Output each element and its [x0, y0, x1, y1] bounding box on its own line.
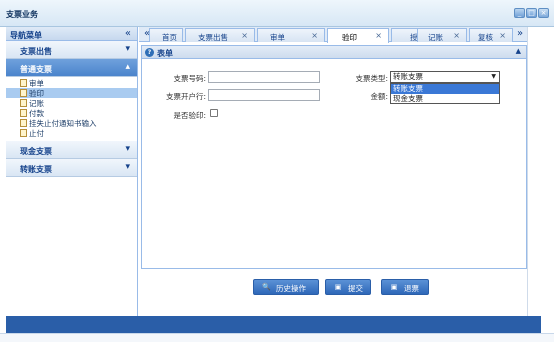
submit-button[interactable]: ▣ 提交 — [325, 279, 371, 295]
form-panel-header: ? 表单 ▲ — [142, 46, 526, 59]
nav-item-stop-payment[interactable]: 止付 — [6, 128, 137, 138]
close-tab-icon[interactable]: × — [311, 31, 318, 40]
check-type-option[interactable]: 转账支票 — [391, 84, 499, 94]
tab-label: 首页 — [162, 33, 177, 42]
tab-scroll-right-icon[interactable]: » — [514, 28, 526, 41]
tab-label: 审单 — [270, 33, 285, 42]
nav-group-label: 转账支票 — [20, 165, 52, 174]
tab-recheck[interactable]: 复核 × — [469, 28, 513, 42]
nav-item-label: 止付 — [29, 129, 44, 138]
navigation-sidebar: 导航菜单 « 支票出售 ▾ 普通支票 ▴ 审单 验印 记账 付款 挂失止付通知书… — [6, 27, 138, 316]
tab-bookkeeping[interactable]: 记账 × — [417, 28, 467, 42]
sidebar-title: 导航菜单 — [10, 31, 42, 40]
nav-group-transfer-check[interactable]: 转账支票 ▾ — [6, 159, 137, 177]
submit-button-label: 提交 — [348, 284, 363, 293]
search-icon: 🔍 — [262, 283, 271, 291]
check-type-select[interactable]: 转账支票 ▼ — [390, 71, 500, 83]
document-icon — [20, 89, 27, 97]
nav-item-verify-seal[interactable]: 验印 — [6, 88, 137, 98]
close-tab-icon[interactable]: × — [453, 31, 460, 40]
document-icon — [20, 99, 27, 107]
bank-input[interactable] — [208, 89, 320, 101]
nav-item-loss-notice[interactable]: 挂失止付通知书输入 — [6, 118, 137, 128]
nav-group-label: 现金支票 — [20, 147, 52, 156]
dropdown-arrow-icon: ▼ — [491, 73, 496, 80]
tab-label: 支票出售 — [198, 33, 228, 42]
main-content: « 首页 支票出售 × 审单 × 验印 × 授权 × 记账 × — [139, 27, 527, 316]
tab-check-sale[interactable]: 支票出售 × — [185, 28, 255, 42]
title-bar[interactable]: 支票业务 _ □ × — [0, 0, 554, 27]
tab-home[interactable]: 首页 — [149, 28, 183, 42]
help-icon: ? — [145, 48, 154, 57]
document-icon — [20, 119, 27, 127]
close-tab-icon[interactable]: × — [375, 31, 382, 40]
collapse-panel-icon[interactable]: ▲ — [516, 47, 521, 55]
verify-seal-label: 是否验印: — [173, 111, 206, 120]
nav-group-cash-check[interactable]: 现金支票 ▾ — [6, 141, 137, 159]
right-gutter — [527, 27, 548, 316]
form-panel-title: 表单 — [157, 49, 173, 58]
tab-verify-seal[interactable]: 验印 × — [327, 28, 389, 43]
nav-group-check-sale[interactable]: 支票出售 ▾ — [6, 41, 137, 59]
nav-item-review[interactable]: 审单 — [6, 78, 137, 88]
window-controls: _ □ × — [514, 8, 549, 18]
verify-seal-checkbox[interactable] — [210, 109, 218, 117]
return-button[interactable]: ▣ 退票 — [381, 279, 429, 295]
history-button[interactable]: 🔍 历史操作 — [253, 279, 319, 295]
document-icon — [20, 79, 27, 87]
close-tab-icon[interactable]: × — [499, 31, 506, 40]
form-panel: ? 表单 ▲ 支票号码: 支票开户行: 是否验印: 支票类型: 转账支票 ▼ 转… — [141, 45, 527, 269]
check-type-dropdown: 转账支票 现金支票 — [390, 83, 500, 104]
action-button-bar: 🔍 历史操作 ▣ 提交 ▣ 退票 — [139, 276, 527, 298]
chevron-down-icon: ▾ — [125, 144, 130, 154]
check-type-label: 支票类型: — [355, 74, 388, 83]
nav-item-bookkeeping[interactable]: 记账 — [6, 98, 137, 108]
bank-label: 支票开户行: — [165, 92, 206, 101]
nav-group-label: 支票出售 — [20, 47, 52, 56]
save-icon: ▣ — [390, 283, 398, 291]
window-bottom-edge — [0, 333, 554, 342]
amount-label: 金额: — [370, 92, 388, 101]
check-type-selected-value: 转账支票 — [393, 72, 423, 81]
minimize-button[interactable]: _ — [514, 8, 525, 18]
app-window: 支票业务 _ □ × 导航菜单 « 支票出售 ▾ 普通支票 ▴ 审单 验印 记账… — [0, 0, 554, 342]
sidebar-header: 导航菜单 « — [6, 27, 137, 41]
document-icon — [20, 129, 27, 137]
save-icon: ▣ — [334, 283, 342, 291]
tab-review[interactable]: 审单 × — [257, 28, 325, 42]
nav-item-list: 审单 验印 记账 付款 挂失止付通知书输入 止付 — [6, 77, 137, 141]
history-button-label: 历史操作 — [276, 284, 306, 293]
nav-group-ordinary-check[interactable]: 普通支票 ▴ — [6, 59, 137, 77]
chevron-down-icon: ▾ — [125, 162, 130, 172]
status-bar — [6, 316, 541, 333]
nav-group-label: 普通支票 — [20, 65, 52, 74]
nav-item-payment[interactable]: 付款 — [6, 108, 137, 118]
check-number-input[interactable] — [208, 71, 320, 83]
window-title: 支票业务 — [6, 10, 38, 19]
collapse-sidebar-icon[interactable]: « — [125, 28, 131, 39]
tab-strip: « 首页 支票出售 × 审单 × 验印 × 授权 × 记账 × — [139, 27, 527, 43]
chevron-up-icon: ▴ — [125, 62, 130, 72]
tab-label: 复核 — [478, 33, 493, 42]
return-button-label: 退票 — [404, 284, 419, 293]
close-button[interactable]: × — [538, 8, 549, 18]
tab-label: 记账 — [428, 33, 443, 42]
check-type-option[interactable]: 现金支票 — [391, 94, 499, 104]
close-tab-icon[interactable]: × — [241, 31, 248, 40]
maximize-button[interactable]: □ — [526, 8, 537, 18]
chevron-down-icon: ▾ — [125, 44, 130, 54]
document-icon — [20, 109, 27, 117]
check-number-label: 支票号码: — [173, 74, 206, 83]
tab-label: 验印 — [342, 33, 357, 42]
